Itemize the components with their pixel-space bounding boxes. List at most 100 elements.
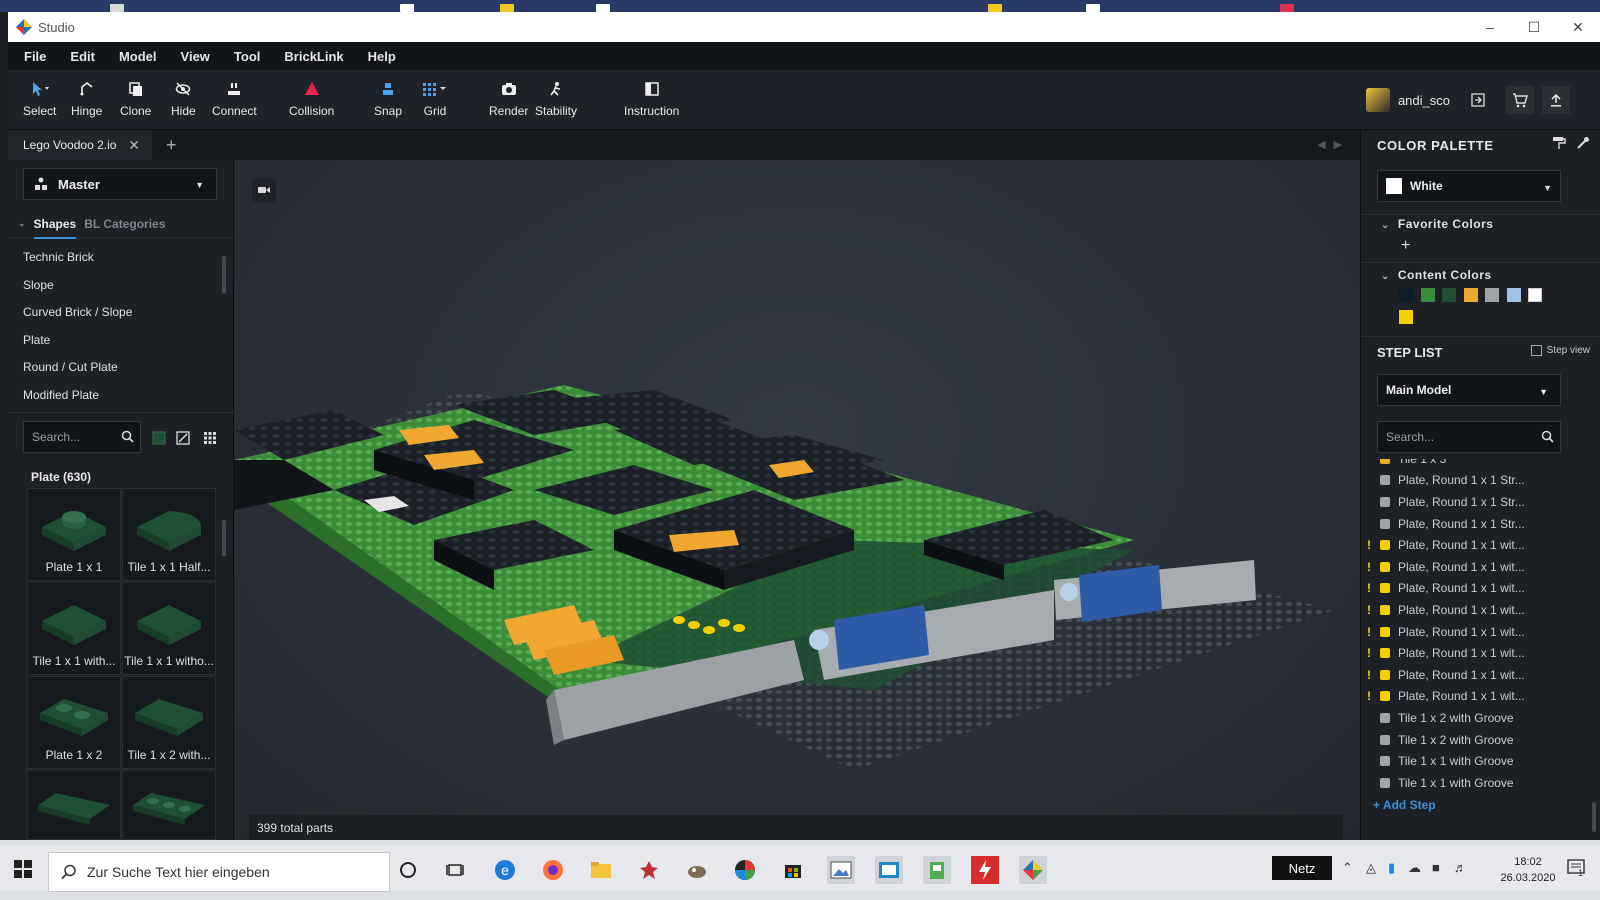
taskbar-app-blue[interactable]	[875, 856, 903, 884]
tab-close-icon[interactable]: ✕	[128, 137, 140, 154]
menu-file[interactable]: File	[24, 49, 46, 64]
taskbar-app-red[interactable]	[635, 856, 663, 884]
part-tile-1x3[interactable]	[27, 770, 121, 840]
step-list-item[interactable]: Plate, Round 1 x 1 Str...	[1361, 470, 1600, 492]
task-view-button[interactable]	[441, 856, 469, 884]
menu-view[interactable]: View	[181, 49, 210, 64]
clone-tool-button[interactable]: Clone	[120, 78, 151, 118]
part-plate-1x3[interactable]	[122, 770, 216, 840]
step-list-item[interactable]: Tile 1 x 2 with Groove	[1361, 707, 1600, 729]
step-search-input[interactable]	[1378, 422, 1528, 452]
shape-item-round-cut-plate[interactable]: Round / Cut Plate	[8, 354, 234, 382]
step-list-item[interactable]: Tile 1 x 1 with Groove	[1361, 772, 1600, 794]
battery-icon[interactable]: ■	[1432, 860, 1440, 875]
taskbar-store[interactable]	[779, 856, 807, 884]
model-select[interactable]: Main Model ▼	[1377, 374, 1561, 406]
step-list-item[interactable]: ! Plate, Round 1 x 1 wit...	[1361, 534, 1600, 556]
select-tool-button[interactable]: Select	[23, 78, 56, 118]
bluetooth-icon[interactable]: ▮	[1388, 860, 1395, 876]
collision-tool-button[interactable]: Collision	[289, 78, 334, 118]
wifi-icon[interactable]: ◬	[1366, 860, 1376, 876]
step-view-checkbox[interactable]	[1530, 345, 1542, 356]
snap-tool-button[interactable]: Snap	[374, 78, 402, 118]
step-view-toggle[interactable]: Step view	[1530, 345, 1590, 356]
content-color-swatch[interactable]	[1442, 288, 1456, 302]
hinge-tool-button[interactable]: Hinge	[71, 78, 102, 118]
step-list-item[interactable]: ! Plate, Round 1 x 1 wit...	[1361, 556, 1600, 578]
tab-scroll-arrows[interactable]: ◀▶	[1317, 138, 1350, 151]
notifications-button[interactable]: 1	[1566, 858, 1586, 881]
hide-tool-button[interactable]: Hide	[171, 78, 196, 118]
step-list-item[interactable]: Tile 1 x 3	[1361, 459, 1600, 470]
shape-item-slope[interactable]: Slope	[8, 272, 234, 300]
taskbar-app-lightning[interactable]	[971, 856, 999, 884]
tab-lego-voodoo[interactable]: Lego Voodoo 2.io ✕	[8, 130, 152, 160]
taskbar-colorwheel[interactable]	[731, 856, 759, 884]
part-search-input[interactable]	[24, 422, 114, 452]
tab-bl-categories[interactable]: BL Categories	[84, 217, 165, 231]
menu-tool[interactable]: Tool	[234, 49, 260, 64]
part-tile-1x2-with[interactable]: Tile 1 x 2 with...	[122, 676, 216, 769]
content-color-swatch[interactable]	[1528, 288, 1542, 302]
render-tool-button[interactable]: Render	[489, 78, 528, 118]
start-button[interactable]	[14, 860, 32, 881]
add-step-button[interactable]: + Add Step	[1373, 798, 1436, 812]
step-list-item[interactable]: Plate, Round 1 x 1 Str...	[1361, 491, 1600, 513]
minimize-button[interactable]: –	[1468, 12, 1512, 42]
content-color-swatch[interactable]	[1463, 288, 1478, 302]
shape-list-scrollbar[interactable]	[222, 256, 226, 294]
color-select[interactable]: White ▼	[1377, 170, 1561, 202]
taskbar-photos[interactable]	[827, 856, 855, 884]
part-tile-1x1-half[interactable]: Tile 1 x 1 Half...	[122, 488, 216, 581]
part-tile-1x1-with[interactable]: Tile 1 x 1 with...	[27, 582, 121, 675]
add-favorite-color-icon[interactable]: +	[1401, 237, 1410, 255]
shape-item-technic-brick[interactable]: Technic Brick	[8, 244, 234, 272]
content-color-swatch[interactable]	[1399, 288, 1413, 302]
content-colors-header[interactable]: ⌄ Content Colors	[1381, 268, 1492, 282]
menu-bricklink[interactable]: BrickLink	[284, 49, 343, 64]
color-filter-icon[interactable]	[152, 431, 166, 448]
menu-model[interactable]: Model	[119, 49, 157, 64]
instruction-tool-button[interactable]: Instruction	[624, 78, 679, 118]
step-list-item[interactable]: ! Plate, Round 1 x 1 wit...	[1361, 664, 1600, 686]
upload-button[interactable]	[1542, 86, 1570, 114]
shape-item-plate[interactable]: Plate	[8, 327, 234, 355]
step-list-item[interactable]: ! Plate, Round 1 x 1 wit...	[1361, 578, 1600, 600]
taskbar-studio[interactable]	[1019, 856, 1047, 884]
connect-tool-button[interactable]: Connect	[212, 78, 257, 118]
step-list-item[interactable]: ! Plate, Round 1 x 1 wit...	[1361, 621, 1600, 643]
step-list-item[interactable]: ! Plate, Round 1 x 1 wit...	[1361, 599, 1600, 621]
edit-filter-icon[interactable]	[176, 431, 190, 448]
content-color-swatch[interactable]	[1485, 288, 1499, 302]
part-plate-1x1[interactable]: Plate 1 x 1	[27, 488, 121, 581]
volume-icon[interactable]: ♬	[1454, 860, 1467, 875]
cart-button[interactable]	[1506, 86, 1534, 114]
step-list-item[interactable]: ! Plate, Round 1 x 1 wit...	[1361, 642, 1600, 664]
step-list-item[interactable]: ! Plate, Round 1 x 1 wit...	[1361, 686, 1600, 708]
menu-help[interactable]: Help	[368, 49, 396, 64]
step-list-item[interactable]: Plate, Round 1 x 1 Str...	[1361, 513, 1600, 535]
cloud-icon[interactable]: ☁	[1408, 860, 1421, 876]
add-tab-icon[interactable]: +	[166, 135, 177, 156]
tab-shapes[interactable]: Shapes	[33, 217, 76, 239]
grid-tool-button[interactable]: Grid	[422, 78, 448, 118]
taskbar-edge[interactable]: e	[491, 856, 519, 884]
menu-edit[interactable]: Edit	[70, 49, 95, 64]
part-plate-1x2[interactable]: Plate 1 x 2	[27, 676, 121, 769]
step-list-item[interactable]: Tile 1 x 1 with Groove	[1361, 750, 1600, 772]
content-color-swatch[interactable]	[1399, 310, 1413, 324]
grid-view-icon[interactable]	[203, 431, 217, 448]
taskbar-gimp[interactable]	[683, 856, 711, 884]
taskbar-clock[interactable]: 18:02 26.03.2020	[1500, 854, 1556, 886]
paint-roller-icon[interactable]	[1552, 136, 1566, 150]
palette-select[interactable]: Master ▼	[23, 168, 217, 200]
3d-viewport[interactable]: 399 total parts	[234, 160, 1360, 840]
favorite-colors-header[interactable]: ⌄ Favorite Colors	[1381, 217, 1493, 231]
content-color-swatch[interactable]	[1420, 288, 1435, 302]
shape-item-modified-plate[interactable]: Modified Plate	[8, 382, 234, 410]
language-netz-indicator[interactable]: Netz	[1272, 856, 1332, 880]
eyedropper-icon[interactable]	[1576, 136, 1590, 150]
chevron-down-icon[interactable]: ⌄	[18, 218, 26, 229]
logout-button[interactable]	[1464, 86, 1492, 114]
taskbar-explorer[interactable]	[587, 856, 615, 884]
